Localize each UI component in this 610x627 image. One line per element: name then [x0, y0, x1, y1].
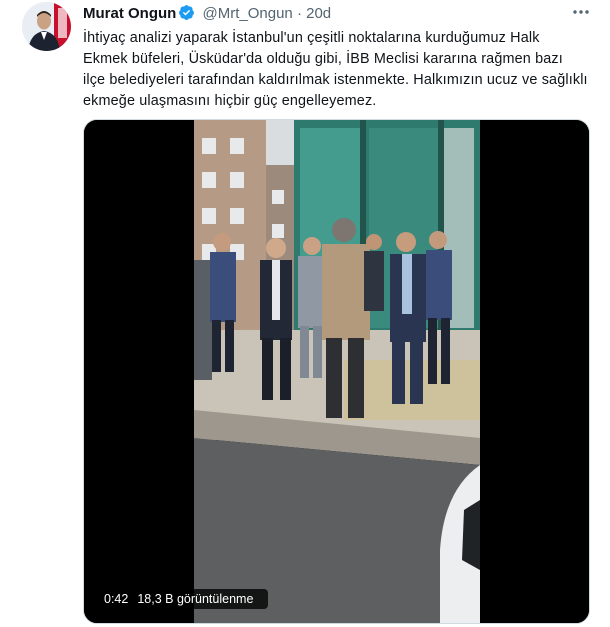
tweet-timestamp[interactable]: 20d — [306, 5, 331, 22]
video-frame-image — [84, 120, 589, 623]
video-player[interactable]: 0:42 18,3 B görüntülenme — [83, 119, 590, 624]
more-options-icon[interactable] — [570, 2, 592, 22]
tweet-text: İhtiyaç analizi yaparak İstanbul'un çeşi… — [83, 28, 603, 112]
tweet-text-line: İhtiyaç analizi yaparak İstanbul'un çeşi… — [83, 30, 540, 46]
video-duration: 0:42 — [104, 592, 129, 606]
avatar[interactable] — [22, 2, 71, 51]
author-name[interactable]: Murat Ongun — [83, 5, 176, 22]
profile-photo-icon — [22, 2, 71, 51]
video-view-count: 18,3 B görüntülenme — [137, 592, 254, 606]
author-handle[interactable]: @Mrt_Ongun — [203, 5, 293, 22]
header-separator: · — [296, 5, 302, 22]
verified-badge-icon — [178, 4, 195, 27]
tweet-text-line: ilçe belediyeleri tarafından kaldırılmak… — [83, 72, 588, 88]
video-info-overlay: 0:42 18,3 B görüntülenme — [98, 589, 269, 609]
tweet-header: Murat Ongun @Mrt_Ongun · 20d — [83, 4, 600, 26]
tweet[interactable]: Murat Ongun @Mrt_Ongun · 20d İhtiyaç ana… — [0, 0, 610, 627]
tweet-text-line: Ekmek büfeleri, Üsküdar'da olduğu gibi, … — [83, 51, 563, 67]
tweet-text-line: ekmeğe ulaşmasını hiçbir güç engelleyeme… — [83, 93, 377, 109]
